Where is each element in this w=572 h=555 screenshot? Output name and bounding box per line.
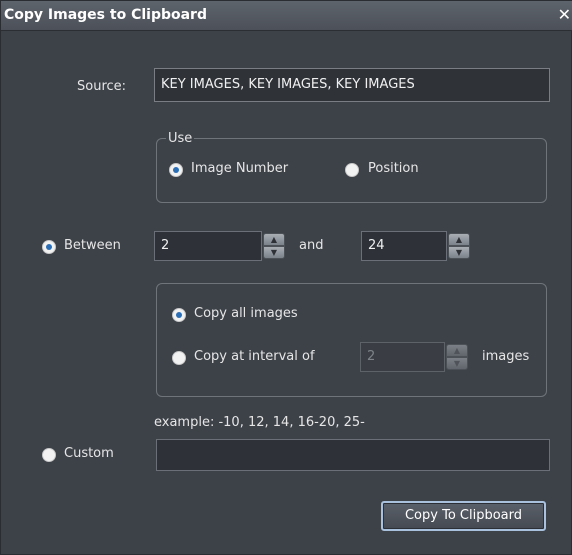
copy-options-group (156, 283, 547, 397)
spinner-up-icon[interactable]: ▲ (263, 233, 285, 246)
image-number-label[interactable]: Image Number (191, 161, 288, 176)
copy-all-label[interactable]: Copy all images (194, 306, 298, 321)
between-from-spinner[interactable]: ▲ ▼ (263, 233, 285, 259)
copy-images-dialog: Copy Images to Clipboard ✕ Source: KEY I… (0, 0, 572, 555)
between-to-spinner[interactable]: ▲ ▼ (448, 233, 470, 259)
interval-input[interactable]: 2 (360, 342, 445, 372)
custom-radio[interactable] (42, 448, 56, 462)
custom-input[interactable] (156, 439, 550, 471)
position-label[interactable]: Position (368, 161, 419, 176)
custom-label[interactable]: Custom (64, 446, 114, 461)
between-label[interactable]: Between (64, 238, 121, 253)
dialog-title: Copy Images to Clipboard (4, 7, 207, 23)
spinner-down-icon[interactable]: ▼ (448, 246, 470, 259)
copy-interval-label[interactable]: Copy at interval of (194, 349, 315, 364)
position-radio[interactable] (345, 163, 359, 177)
use-group-legend: Use (166, 131, 195, 146)
spinner-down-icon[interactable]: ▼ (263, 246, 285, 259)
images-label: images (482, 349, 530, 364)
copy-interval-radio[interactable] (172, 351, 186, 365)
between-from-input[interactable]: 2 (154, 231, 262, 261)
spinner-down-icon[interactable]: ▼ (446, 357, 468, 370)
source-field: KEY IMAGES, KEY IMAGES, KEY IMAGES (154, 68, 550, 102)
copy-to-clipboard-button[interactable]: Copy To Clipboard (381, 501, 546, 531)
custom-example-text: example: -10, 12, 14, 16-20, 25- (154, 415, 365, 430)
spinner-up-icon[interactable]: ▲ (448, 233, 470, 246)
title-bar: Copy Images to Clipboard ✕ (1, 1, 572, 31)
image-number-radio[interactable] (169, 163, 183, 177)
between-to-input[interactable]: 24 (361, 231, 447, 261)
interval-spinner[interactable]: ▲ ▼ (446, 344, 468, 370)
source-label: Source: (77, 79, 127, 94)
close-icon[interactable]: ✕ (558, 6, 571, 24)
copy-all-radio[interactable] (172, 308, 186, 322)
and-label: and (299, 238, 324, 253)
spinner-up-icon[interactable]: ▲ (446, 344, 468, 357)
between-radio[interactable] (42, 240, 56, 254)
